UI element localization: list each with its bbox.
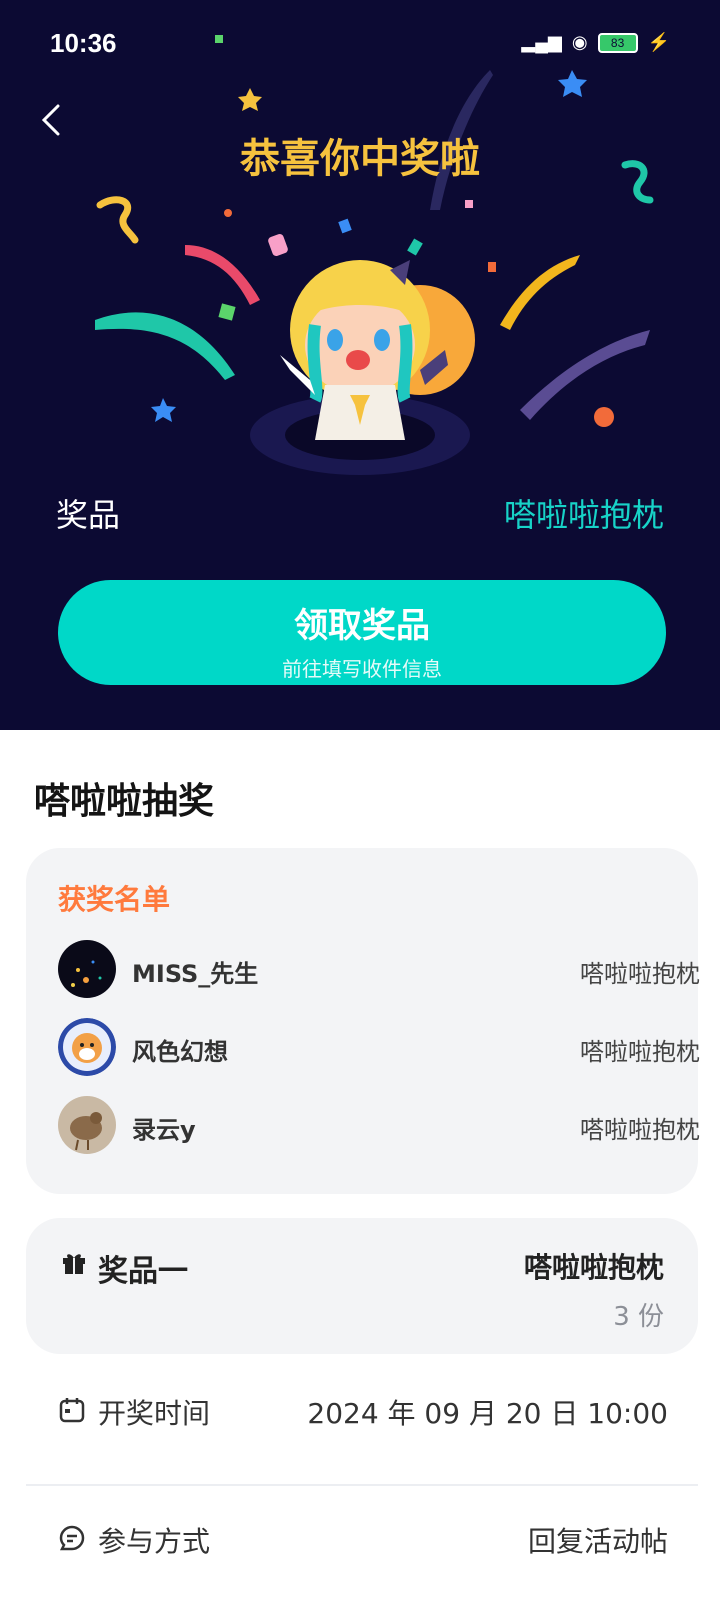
charging-icon: ⚡ [647, 32, 670, 52]
draw-time-value: 2024 年 09 月 20 日 10:00 [307, 1397, 668, 1430]
avatar[interactable] [58, 1018, 116, 1076]
draw-time-label: 开奖时间 [98, 1397, 211, 1430]
prize-card: 奖品一 嗒啦啦抱枕 3 份 [26, 1218, 698, 1354]
prize-name: 奖品一 [98, 1254, 188, 1289]
avatar[interactable] [58, 940, 116, 998]
status-bar: 10:36 ▂▄▆ ◉ 83 ⚡ [0, 28, 720, 58]
claim-prize-subtitle: 前往填写收件信息 [282, 657, 442, 681]
winner-name: 风色幻想 [132, 1038, 228, 1066]
gift-icon [63, 1254, 85, 1274]
winners-card: 获奖名单 MISS_先生 嗒啦啦抱枕 风色幻想 嗒啦啦抱枕 录云y 嗒啦啦抱枕 [26, 848, 700, 1194]
claim-prize-button[interactable]: 领取奖品 前往填写收件信息 [58, 580, 666, 685]
status-time: 10:36 [50, 28, 117, 58]
signal-icon: ▂▄▆ [521, 32, 562, 52]
divider [26, 1484, 698, 1486]
winner-name: 录云y [132, 1116, 196, 1144]
wifi-icon: ◉ [571, 32, 588, 52]
headline: 恭喜你中奖啦 [240, 136, 480, 182]
participation-row[interactable]: 参与方式 回复活动帖 [58, 1520, 668, 1560]
prize-count: 3 份 [613, 1302, 664, 1332]
participation-label: 参与方式 [98, 1525, 211, 1558]
claim-prize-title: 领取奖品 [294, 606, 430, 646]
page-title: 嗒啦啦抽奖 [34, 781, 215, 822]
winner-prize: 嗒啦啦抱枕 [580, 1116, 700, 1144]
winner-row[interactable]: 风色幻想 嗒啦啦抱枕 [58, 1018, 700, 1076]
prize-value: 嗒啦啦抱枕 [503, 496, 664, 534]
winner-name: MISS_先生 [132, 960, 259, 988]
mascot-illustration [220, 230, 500, 490]
winner-prize: 嗒啦啦抱枕 [580, 1038, 700, 1066]
winner-prize: 嗒啦啦抱枕 [580, 960, 700, 988]
draw-time-row: 开奖时间 2024 年 09 月 20 日 10:00 [58, 1392, 668, 1432]
winner-row[interactable]: MISS_先生 嗒啦啦抱枕 [58, 940, 700, 998]
battery-icon: 83 [597, 32, 638, 53]
calendar-icon [59, 1398, 85, 1423]
winner-row[interactable]: 录云y 嗒啦啦抱枕 [58, 1096, 700, 1154]
avatar[interactable] [58, 1096, 116, 1154]
hero-banner: 10:36 ▂▄▆ ◉ 83 ⚡ 恭喜你中奖啦 奖品 嗒啦啦抱枕 领取奖品 前往… [0, 0, 720, 730]
winners-title: 获奖名单 [58, 883, 171, 916]
status-icons: ▂▄▆ ◉ 83 ⚡ [521, 32, 670, 53]
prize-card-value: 嗒啦啦抱枕 [523, 1251, 664, 1284]
chat-bubble-icon [59, 1525, 85, 1551]
prize-label: 奖品 [56, 496, 121, 534]
participation-value[interactable]: 回复活动帖 [528, 1520, 668, 1560]
